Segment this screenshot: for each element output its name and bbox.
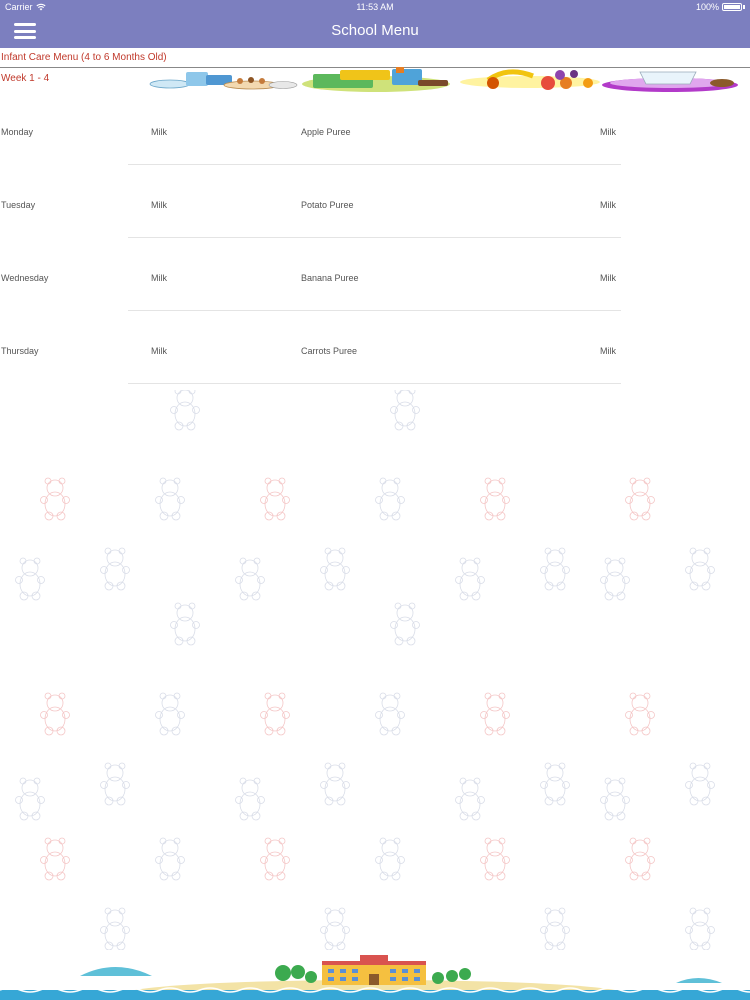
meal-cell: Milk bbox=[600, 273, 616, 283]
row-divider bbox=[128, 310, 621, 311]
row-divider bbox=[128, 383, 621, 384]
meal-cell: Apple Puree bbox=[301, 127, 351, 137]
row-divider bbox=[128, 164, 621, 165]
nav-bar: School Menu bbox=[0, 14, 750, 48]
meal-cell: Carrots Puree bbox=[301, 346, 358, 356]
day-label: Wednesday bbox=[1, 273, 49, 283]
list-item: Tuesday Milk Potato Puree Milk bbox=[0, 200, 750, 273]
battery-percent: 100% bbox=[695, 2, 719, 12]
status-bar: Carrier 11:53 AM 100% bbox=[0, 0, 750, 14]
battery-tip bbox=[743, 5, 745, 9]
meal-cell: Milk bbox=[600, 127, 616, 137]
day-label: Monday bbox=[1, 127, 34, 137]
teddy-bear-pattern bbox=[15, 390, 715, 950]
meal-cell: Milk bbox=[151, 200, 167, 210]
school-scenery-footer bbox=[0, 955, 750, 1000]
list-item: Monday Milk Apple Puree Milk bbox=[0, 127, 750, 200]
day-label: Thursday bbox=[1, 346, 39, 356]
battery-icon bbox=[722, 3, 742, 11]
week-label: Week 1 - 4 bbox=[1, 73, 50, 84]
status-right: 100% bbox=[696, 2, 745, 12]
meal-cell: Potato Puree bbox=[301, 200, 354, 210]
food-illustration bbox=[149, 67, 738, 92]
meal-cell: Milk bbox=[151, 273, 167, 283]
meal-cell: Milk bbox=[151, 127, 167, 137]
row-divider bbox=[128, 237, 621, 238]
meal-cell: Milk bbox=[151, 346, 167, 356]
list-item: Wednesday Milk Banana Puree Milk bbox=[0, 273, 750, 346]
menu-heading-text: Infant Care Menu (4 to 6 Months Old) bbox=[1, 52, 167, 63]
meal-cell: Milk bbox=[600, 346, 616, 356]
page-title: School Menu bbox=[331, 22, 419, 39]
day-label: Tuesday bbox=[1, 200, 36, 210]
status-time: 11:53 AM bbox=[356, 2, 394, 12]
meal-cell: Milk bbox=[600, 200, 616, 210]
meal-cell: Banana Puree bbox=[301, 273, 359, 283]
